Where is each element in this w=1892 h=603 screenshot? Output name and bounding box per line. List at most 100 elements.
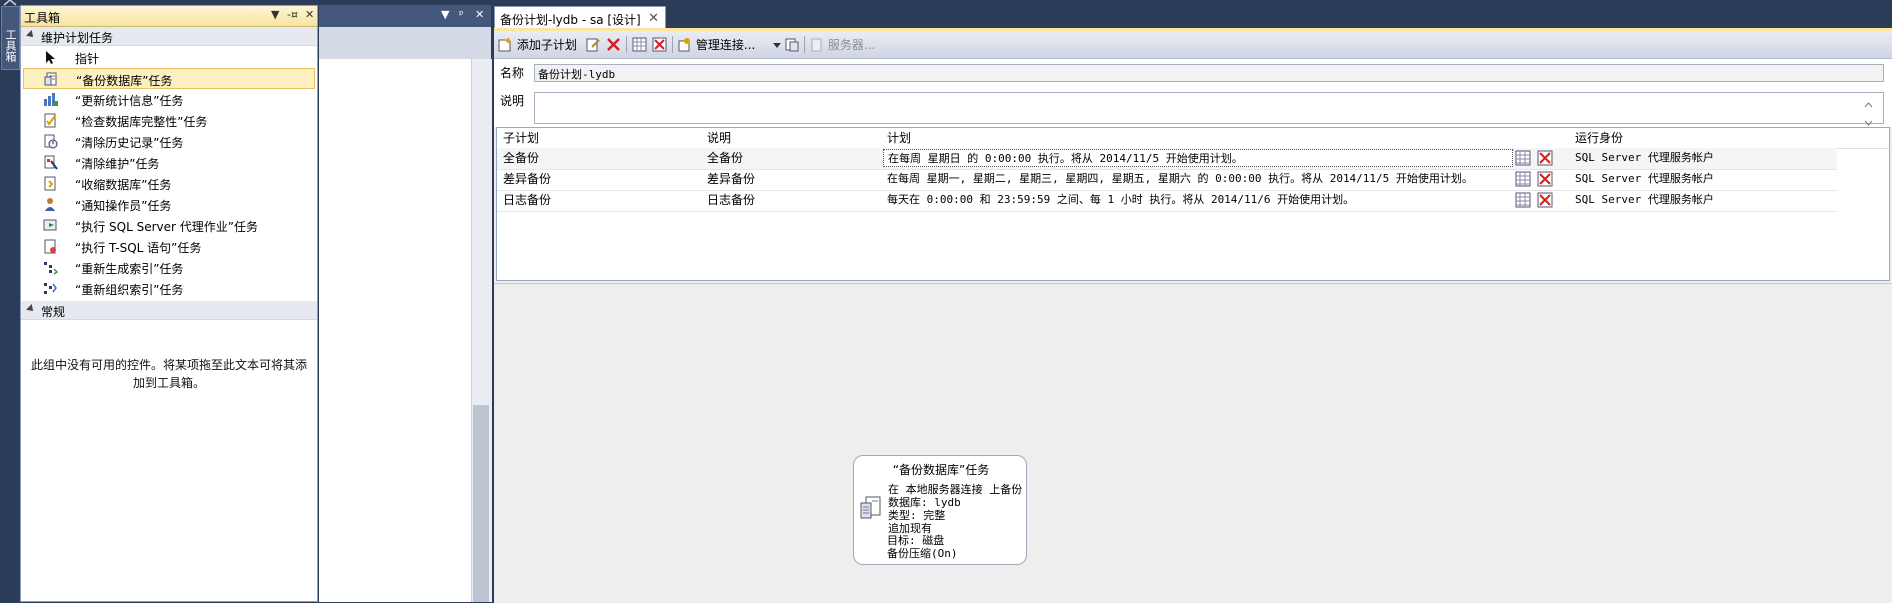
- edit-schedule-icon[interactable]: [1515, 192, 1531, 208]
- toolbox-pin-button[interactable]: -¤: [287, 8, 298, 21]
- servers-button[interactable]: 服务器...: [810, 36, 875, 53]
- design-surface[interactable]: [494, 283, 1892, 603]
- task-line: 目标: 磁盘: [887, 534, 945, 547]
- cell-run-as: SQL Server 代理服务帐户: [1575, 193, 1714, 206]
- toolbar-separator: [672, 36, 673, 53]
- col-header-description: 说明: [707, 131, 732, 145]
- toolbar-separator: [804, 36, 805, 53]
- panel2-pin-button[interactable]: ᵖ: [459, 8, 464, 21]
- shrink-db-icon: [44, 176, 56, 191]
- task-line: 在 本地服务器连接 上备份: [888, 483, 1023, 496]
- add-subplan-button[interactable]: 添加子计划: [498, 36, 577, 53]
- tool-item-reorganize-index[interactable]: “重新组织索引”任务: [23, 278, 315, 299]
- cell-description: 日志备份: [707, 193, 756, 207]
- cell-subplan: 差异备份: [503, 172, 552, 186]
- reporting-icon[interactable]: [784, 37, 799, 52]
- tool-item-clean-history[interactable]: “清除历史记录”任务: [23, 131, 315, 152]
- chevron-down-icon[interactable]: [773, 43, 781, 48]
- cell-subplan: 全备份: [503, 151, 540, 165]
- cell-description: 全备份: [707, 151, 744, 165]
- tool-item-pointer[interactable]: 指针: [23, 47, 315, 68]
- delete-schedule-icon[interactable]: [1537, 150, 1553, 166]
- maintenance-plan-designer: 添加子计划 管理连接... 服务器... 名称 备份计划-lydb 说明 子计划: [494, 31, 1892, 603]
- tool-item-run-agent-job[interactable]: “执行 SQL Server 代理作业”任务: [23, 215, 315, 236]
- tool-item-label: “更新统计信息”任务: [75, 94, 184, 108]
- subplan-properties-icon[interactable]: [586, 37, 601, 52]
- cell-description: 差异备份: [707, 172, 756, 186]
- cleanup-maint-icon: [44, 155, 58, 170]
- pointer-icon: [46, 51, 55, 64]
- tool-item-check-integrity[interactable]: “检查数据库完整性”任务: [23, 110, 315, 131]
- servers-icon: [811, 38, 822, 52]
- tool-item-label: “重新生成索引”任务: [75, 262, 184, 276]
- toolbox-side-tab-label: 工具箱: [4, 29, 17, 62]
- tool-item-label: “清除维护”任务: [75, 157, 160, 171]
- tab-close-button[interactable]: ✕: [648, 11, 659, 26]
- toolbox-side-tab[interactable]: 工具箱: [1, 6, 20, 70]
- remove-schedule-icon[interactable]: [652, 37, 667, 52]
- tool-item-rebuild-index[interactable]: “重新生成索引”任务: [23, 257, 315, 278]
- panel2-title-bar: ▼ ᵖ ✕: [319, 5, 491, 27]
- description-field[interactable]: [534, 92, 1884, 126]
- panel2-close-button[interactable]: ✕: [475, 8, 484, 21]
- cell-schedule[interactable]: 在每周 星期日 的 0:00:00 执行。将从 2014/11/5 开始使用计划…: [883, 149, 1513, 167]
- delete-schedule-icon[interactable]: [1537, 192, 1553, 208]
- manage-connections-button[interactable]: 管理连接...: [677, 36, 755, 53]
- description-scrollbar[interactable]: [1862, 99, 1875, 129]
- tool-item-backup-db[interactable]: “备份数据库”任务: [23, 68, 315, 89]
- cell-subplan: 日志备份: [503, 193, 552, 207]
- task-line: 数据库: lydb: [888, 496, 961, 509]
- tool-item-label: “执行 SQL Server 代理作业”任务: [75, 220, 258, 234]
- tab-backup-plan-design[interactable]: 备份计划-lydb - sa [设计] ✕: [494, 6, 666, 29]
- collapse-arrow-icon: [26, 30, 36, 40]
- edit-schedule-icon[interactable]: [1515, 171, 1531, 187]
- add-subplan-icon: [498, 38, 511, 52]
- empty-group-message: 此组中没有可用的控件。将某项拖至此文本可将其添加到工具箱。: [31, 358, 308, 390]
- backup-db-icon: [860, 496, 881, 519]
- manage-connections-icon: [678, 38, 690, 52]
- table-row[interactable]: 全备份 全备份 在每周 星期日 的 0:00:00 执行。将从 2014/11/…: [497, 148, 1837, 170]
- name-row: 名称 备份计划-lydb: [494, 59, 1892, 87]
- task-line: 备份压缩(On): [887, 547, 958, 560]
- tool-item-notify-operator[interactable]: “通知操作员”任务: [23, 194, 315, 215]
- table-row[interactable]: 日志备份 日志备份 每天在 0:00:00 和 23:59:59 之间、每 1 …: [497, 190, 1837, 212]
- tool-item-cleanup-maint[interactable]: “清除维护”任务: [23, 152, 315, 173]
- edit-schedule-icon[interactable]: [1515, 150, 1531, 166]
- rebuild-index-icon: [44, 262, 58, 275]
- table-row[interactable]: 差异备份 差异备份 在每周 星期一, 星期二, 星期三, 星期四, 星期五, 星…: [497, 169, 1837, 191]
- col-header-run-as: 运行身份: [1575, 131, 1624, 145]
- backup-db-icon: [44, 72, 57, 86]
- tool-item-shrink-db[interactable]: “收缩数据库”任务: [23, 173, 315, 194]
- toolbox-panel: 工具箱 ▼ -¤ ✕ 维护计划任务 指针 “备份数据库”任务 “更新统计信息”任…: [20, 5, 318, 602]
- clean-history-icon: [44, 134, 58, 149]
- panel2-scroll-thumb[interactable]: [473, 405, 489, 602]
- plan-name-field[interactable]: 备份计划-lydb: [534, 64, 1884, 82]
- tool-item-update-stats[interactable]: “更新统计信息”任务: [23, 89, 315, 110]
- panel2-dropdown-button[interactable]: ▼: [441, 8, 449, 21]
- delete-schedule-icon[interactable]: [1537, 171, 1553, 187]
- toolbox-title-bar: 工具箱 ▼ -¤ ✕: [21, 6, 317, 27]
- tool-item-label: “重新组织索引”任务: [75, 283, 184, 297]
- toolbox-close-button[interactable]: ✕: [305, 8, 314, 21]
- cell-run-as: SQL Server 代理服务帐户: [1575, 151, 1714, 164]
- tab-title: 备份计划-lydb - sa [设计]: [500, 13, 641, 27]
- group-general[interactable]: 常规: [21, 301, 317, 320]
- col-header-schedule: 计划: [887, 131, 912, 145]
- toolbox-dropdown-button[interactable]: ▼: [271, 8, 279, 21]
- grid-header: 子计划 说明 计划 运行身份: [497, 128, 1889, 149]
- run-agent-job-icon: [43, 219, 57, 231]
- group-label: 常规: [41, 305, 66, 319]
- delete-subplan-icon[interactable]: [606, 37, 621, 52]
- tool-item-label: “检查数据库完整性”任务: [75, 115, 208, 129]
- run-tsql-icon: [44, 239, 56, 254]
- subplan-schedule-icon[interactable]: [632, 37, 647, 52]
- tool-item-label: “清除历史记录”任务: [75, 136, 184, 150]
- tool-item-run-tsql[interactable]: “执行 T-SQL 语句”任务: [23, 236, 315, 257]
- tool-item-label: “备份数据库”任务: [76, 74, 173, 88]
- description-label: 说明: [500, 94, 525, 108]
- cell-schedule[interactable]: 每天在 0:00:00 和 23:59:59 之间、每 1 小时 执行。将从 2…: [887, 190, 1513, 210]
- group-maintenance-tasks[interactable]: 维护计划任务: [21, 27, 317, 46]
- tool-item-label: “收缩数据库”任务: [75, 178, 172, 192]
- task-box-title: “备份数据库”任务: [892, 463, 990, 477]
- cell-schedule[interactable]: 在每周 星期一, 星期二, 星期三, 星期四, 星期五, 星期六 的 0:00:…: [887, 169, 1513, 189]
